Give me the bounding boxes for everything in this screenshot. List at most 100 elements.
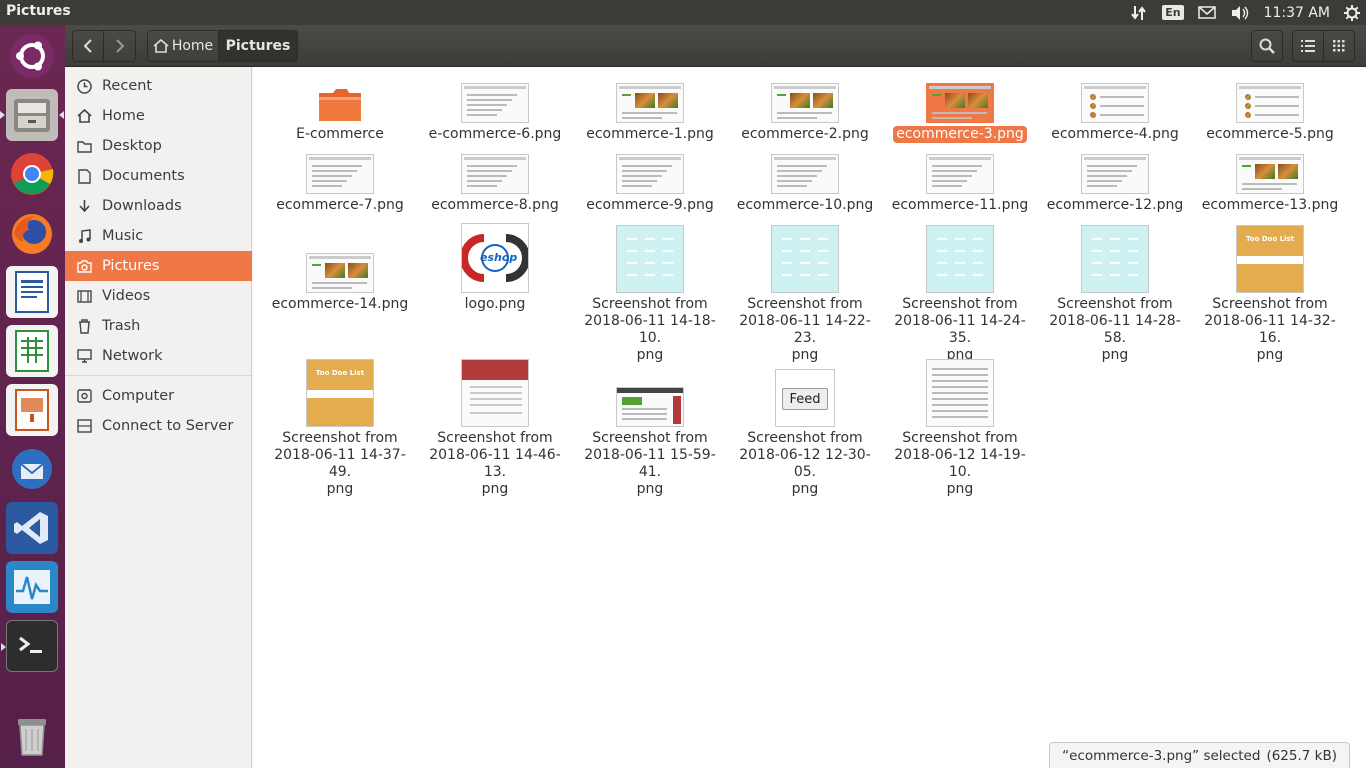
file-item[interactable]: Feed Screenshot from 2018-06-12 12-30-05. p… — [730, 355, 880, 498]
document-icon — [76, 168, 92, 184]
file-name: ecommerce-13.png — [1201, 197, 1339, 213]
file-item[interactable]: ecommerce-12.png — [1040, 150, 1190, 214]
search-icon — [1259, 38, 1275, 54]
logo-thumbnail: eshop — [461, 223, 529, 293]
file-name: Screenshot from 2018-06-11 14-37-49. png — [274, 430, 406, 497]
indicator-area: En 11:37 AM — [1130, 0, 1360, 25]
ubuntu-dash-icon[interactable] — [6, 30, 58, 82]
file-name: Screenshot from 2018-06-11 14-46-13. png — [429, 430, 561, 497]
sidebar-item-documents[interactable]: Documents — [65, 161, 252, 191]
file-name: ecommerce-14.png — [271, 296, 409, 312]
writer-icon[interactable] — [6, 266, 58, 318]
sidebar-item-downloads[interactable]: Downloads — [65, 191, 252, 221]
back-button[interactable] — [72, 30, 104, 62]
folder-item[interactable]: E-commerce — [265, 79, 415, 143]
sidebar-item-network[interactable]: Network — [65, 341, 252, 371]
sidebar-item-recent[interactable]: Recent — [65, 71, 252, 101]
file-name: Screenshot from 2018-06-11 14-22-23. png — [739, 296, 871, 363]
image-thumbnail — [616, 154, 684, 194]
file-item[interactable]: Screenshot from 2018-06-11 14-46-13. png — [420, 355, 570, 498]
sidebar-item-videos[interactable]: Videos — [65, 281, 252, 311]
file-item[interactable]: Screenshot from 2018-06-12 14-19-10. png — [885, 355, 1035, 498]
list-view-button[interactable] — [1292, 30, 1324, 62]
sidebar-item-pictures[interactable]: Pictures — [65, 251, 252, 281]
file-item[interactable]: Screenshot from 2018-06-11 14-22-23. png — [730, 221, 880, 364]
search-button[interactable] — [1251, 30, 1283, 62]
server-icon — [76, 418, 92, 434]
breadcrumb-home-label: Home — [171, 38, 214, 54]
thunderbird-icon[interactable] — [6, 443, 58, 495]
file-item[interactable]: Screenshot from 2018-06-11 15-59-41. png — [575, 355, 725, 498]
status-size: (625.7 kB) — [1266, 747, 1337, 764]
file-item[interactable]: ecommerce-4.png — [1040, 79, 1190, 143]
file-item[interactable]: Screenshot from 2018-06-11 14-28-58. png — [1040, 221, 1190, 364]
file-item[interactable]: ecommerce-14.png — [265, 221, 415, 313]
volume-icon[interactable] — [1230, 5, 1250, 21]
file-item[interactable]: ecommerce-2.png — [730, 79, 880, 143]
file-item[interactable]: ecommerce-10.png — [730, 150, 880, 214]
system-monitor-icon[interactable] — [6, 561, 58, 613]
sidebar-item-label: Pictures — [102, 258, 160, 274]
sidebar-item-label: Videos — [102, 288, 151, 304]
image-thumbnail — [1081, 225, 1149, 293]
keyboard-layout-indicator[interactable]: En — [1162, 5, 1184, 20]
file-item[interactable]: ecommerce-5.png — [1195, 79, 1345, 143]
folder-icon — [317, 87, 363, 123]
sidebar-item-connect-to-server[interactable]: Connect to Server — [65, 411, 252, 441]
image-thumbnail — [616, 225, 684, 293]
image-thumbnail — [926, 83, 994, 123]
calc-icon[interactable] — [6, 325, 58, 377]
thumb-text: Too Doo List — [315, 369, 365, 377]
grid-view-button[interactable] — [1323, 30, 1355, 62]
trash-icon[interactable] — [6, 709, 58, 761]
file-item[interactable]: Screenshot from 2018-06-11 14-18-10. png — [575, 221, 725, 364]
network-transfer-icon[interactable] — [1130, 5, 1148, 21]
file-name: Screenshot from 2018-06-11 15-59-41. png — [584, 430, 716, 497]
chrome-icon[interactable] — [6, 148, 58, 200]
file-item[interactable]: Screenshot from 2018-06-11 14-24-35. png — [885, 221, 1035, 364]
image-thumbnail — [1236, 154, 1304, 194]
sidebar-item-label: Connect to Server — [102, 418, 234, 434]
file-item[interactable]: ecommerce-8.png — [420, 150, 570, 214]
firefox-icon[interactable] — [6, 207, 58, 259]
file-item[interactable]: Too Doo List Screenshot from 2018-06-11 14… — [265, 355, 415, 498]
logo-text: eshop — [480, 251, 518, 264]
breadcrumb-home[interactable]: Home — [147, 30, 219, 62]
file-item[interactable]: e-commerce-6.png — [420, 79, 570, 143]
sidebar-item-trash[interactable]: Trash — [65, 311, 252, 341]
file-item[interactable]: ecommerce-9.png — [575, 150, 725, 214]
file-name: ecommerce-3.png — [893, 126, 1027, 143]
status-text: “ecommerce-3.png” selected — [1062, 747, 1261, 764]
sidebar-item-music[interactable]: Music — [65, 221, 252, 251]
forward-button[interactable] — [103, 30, 136, 62]
vscode-icon[interactable] — [6, 502, 58, 554]
file-name: ecommerce-2.png — [741, 126, 869, 142]
file-item[interactable]: eshop logo.png — [420, 221, 570, 313]
image-thumbnail: Too Doo List — [1236, 225, 1304, 293]
breadcrumb-current[interactable]: Pictures — [218, 30, 298, 62]
clock[interactable]: 11:37 AM — [1264, 5, 1330, 21]
launcher — [0, 25, 65, 768]
gear-icon[interactable] — [1344, 4, 1360, 21]
file-item[interactable]: ecommerce-7.png — [265, 150, 415, 214]
file-item[interactable]: ecommerce-3.png — [885, 79, 1035, 143]
impress-icon[interactable] — [6, 384, 58, 436]
image-thumbnail — [461, 359, 529, 427]
file-item[interactable]: ecommerce-13.png — [1195, 150, 1345, 214]
files-app-icon[interactable] — [0, 89, 64, 141]
sidebar-item-computer[interactable]: Computer — [65, 381, 252, 411]
sidebar-item-label: Desktop — [102, 138, 162, 154]
file-item[interactable]: ecommerce-11.png — [885, 150, 1035, 214]
file-item[interactable]: Too Doo List Screenshot from 2018-06-11 14… — [1195, 221, 1345, 364]
file-name: ecommerce-7.png — [276, 197, 404, 213]
image-thumbnail — [926, 154, 994, 194]
feed-button-thumb: Feed — [782, 388, 828, 410]
sidebar-item-home[interactable]: Home — [65, 101, 252, 131]
image-thumbnail — [1236, 83, 1304, 123]
sidebar-item-desktop[interactable]: Desktop — [65, 131, 252, 161]
terminal-icon[interactable] — [1, 620, 58, 672]
file-item[interactable]: ecommerce-1.png — [575, 79, 725, 143]
mail-icon[interactable] — [1197, 6, 1216, 19]
computer-icon — [76, 388, 92, 404]
sidebar-separator — [65, 375, 252, 376]
